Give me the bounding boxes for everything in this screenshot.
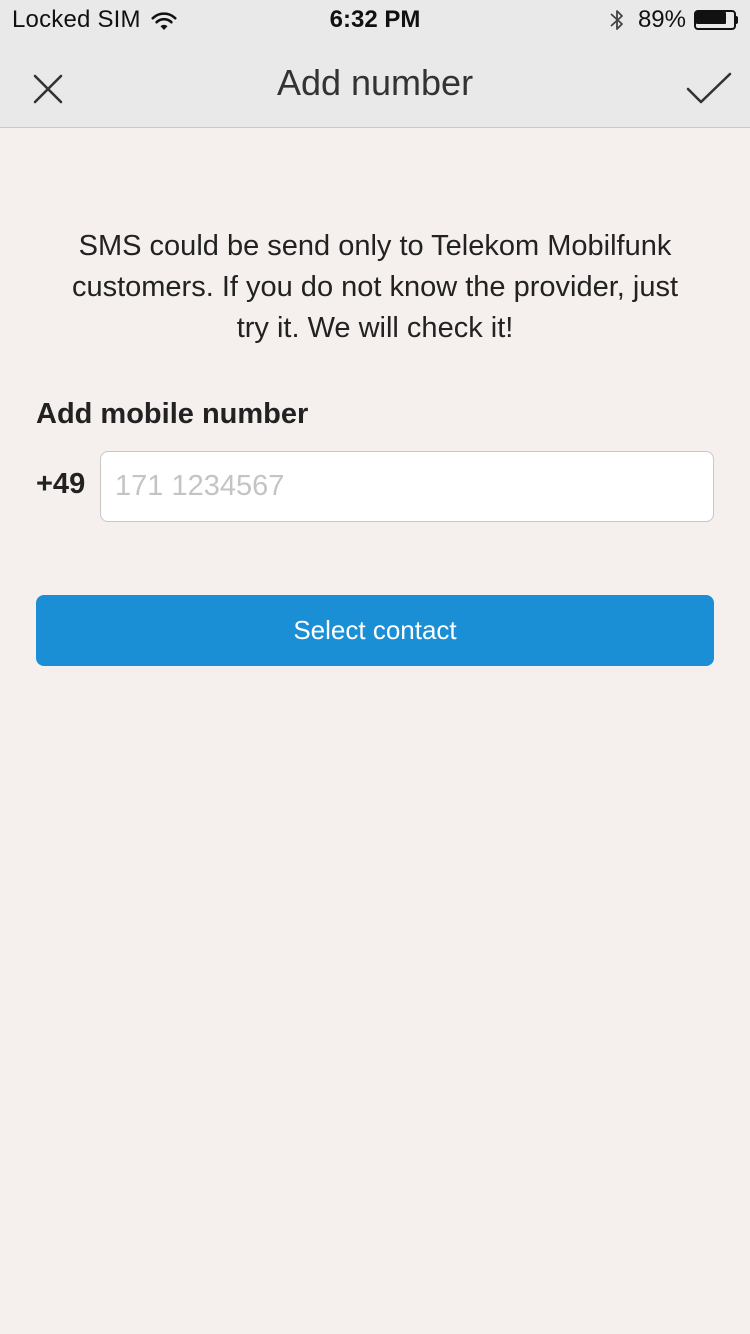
battery-icon — [694, 10, 738, 30]
country-code: +49 — [36, 468, 86, 500]
confirm-button[interactable] — [684, 64, 734, 114]
bluetooth-icon — [608, 7, 626, 33]
navigation-header: Locked SIM 6:32 PM 89% Add number — [0, 0, 750, 128]
battery-fill — [696, 12, 727, 24]
page-title: Add number — [276, 62, 474, 103]
checkmark-icon — [686, 72, 732, 104]
mobile-number-input[interactable] — [100, 451, 714, 522]
select-contact-button[interactable]: Select contact — [36, 595, 714, 666]
status-bar: Locked SIM 6:32 PM 89% — [0, 0, 750, 40]
mobile-number-label: Add mobile number — [36, 398, 309, 430]
info-text: SMS could be send only to Telekom Mobilf… — [71, 230, 679, 344]
status-right: 89% — [608, 6, 738, 34]
battery-percent: 89% — [637, 6, 686, 33]
